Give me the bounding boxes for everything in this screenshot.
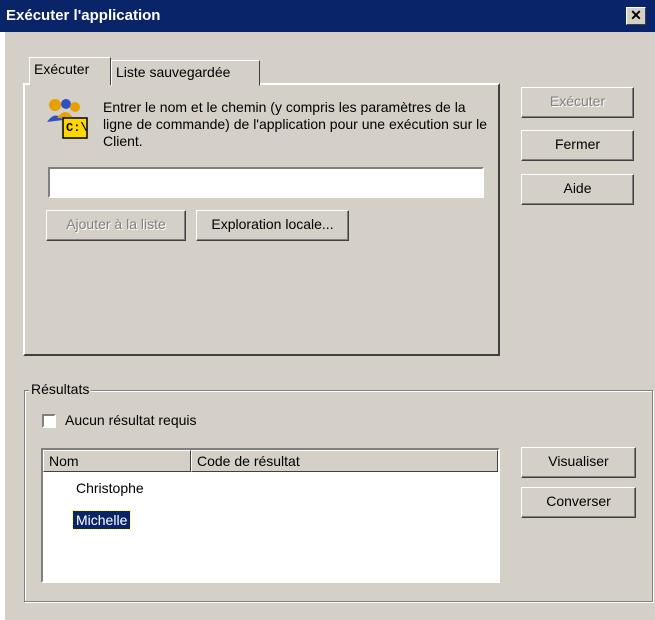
execute-label: Exécuter — [549, 93, 606, 109]
column-header-name-label: Nom — [49, 453, 79, 469]
help-label: Aide — [563, 180, 592, 196]
command-input[interactable] — [48, 167, 484, 198]
help-button[interactable]: Aide — [521, 174, 634, 205]
view-button[interactable]: Visualiser — [521, 447, 636, 478]
column-header-result-code[interactable]: Code de résultat — [191, 450, 498, 472]
view-label: Visualiser — [548, 453, 609, 469]
tab-liste-sauvegardee-label: Liste sauvegardée — [116, 64, 231, 80]
tab-executer[interactable]: Exécuter — [29, 57, 111, 85]
list-item[interactable]: Christophe — [76, 480, 144, 496]
local-browse-button[interactable]: Exploration locale... — [196, 210, 349, 241]
column-header-result-code-label: Code de résultat — [197, 453, 300, 469]
title-bar: Exécuter l'application ✕ — [0, 0, 655, 32]
no-result-label[interactable]: Aucun résultat requis — [65, 412, 197, 428]
window-title: Exécuter l'application — [6, 7, 161, 24]
window-frame — [0, 32, 5, 620]
local-browse-label: Exploration locale... — [211, 216, 334, 232]
column-header-name[interactable]: Nom — [43, 450, 191, 472]
add-to-list-button[interactable]: Ajouter à la liste — [46, 210, 186, 241]
run-application-icon: C:\ — [45, 96, 89, 140]
list-item-selected[interactable]: Michelle — [71, 510, 132, 530]
add-to-list-label: Ajouter à la liste — [66, 216, 166, 232]
tab-liste-sauvegardee[interactable]: Liste sauvegardée — [111, 60, 260, 86]
list-item-name: Christophe — [76, 480, 144, 496]
tab-executer-label: Exécuter — [34, 61, 90, 77]
chat-label: Converser — [546, 493, 611, 509]
no-result-checkbox[interactable] — [42, 414, 56, 428]
icon-drive-text: C:\ — [66, 121, 88, 135]
close-button[interactable]: ✕ — [626, 7, 646, 25]
results-group-label: Résultats — [29, 381, 92, 397]
chat-button[interactable]: Converser — [521, 487, 636, 518]
results-list[interactable]: Nom Code de résultat Christophe Michelle — [41, 448, 500, 583]
execute-button[interactable]: Exécuter — [521, 87, 634, 118]
close-dialog-button[interactable]: Fermer — [521, 130, 634, 161]
instructions-text: Entrer le nom et le chemin (y compris le… — [103, 99, 488, 149]
list-item-name: Michelle — [76, 512, 128, 528]
close-dialog-label: Fermer — [554, 136, 601, 152]
